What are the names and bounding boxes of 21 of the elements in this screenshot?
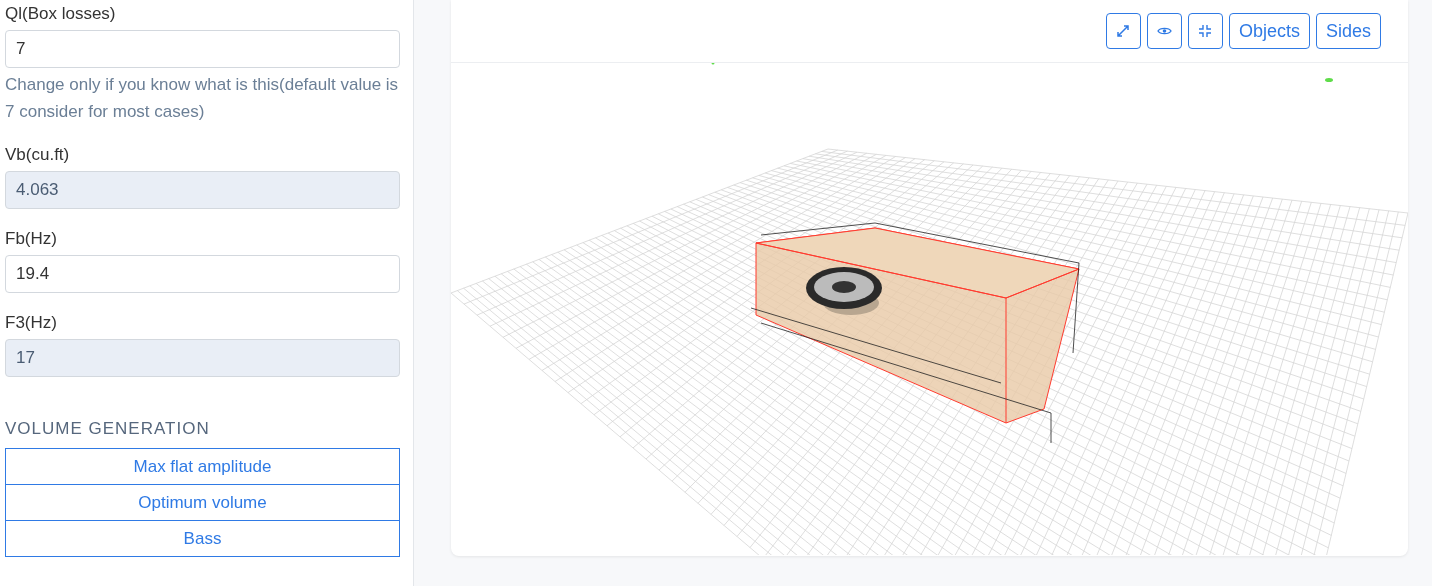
input-field[interactable]: 4.063	[5, 171, 400, 209]
input-field[interactable]: 19.4	[5, 255, 400, 293]
field-label: Vb(cu.ft)	[5, 144, 71, 166]
input-field[interactable]: 17	[5, 339, 400, 377]
volume-option-button[interactable]: Bass	[5, 520, 400, 557]
section-heading: VOLUME GENERATION	[5, 419, 211, 439]
field-label: Ql(Box losses)	[5, 3, 117, 25]
collapse-button[interactable]	[1187, 13, 1223, 49]
expand-icon	[1117, 25, 1130, 37]
eye-icon	[1156, 26, 1172, 36]
toolbar-button[interactable]: Objects	[1228, 13, 1310, 49]
field-label: Fb(Hz)	[5, 228, 58, 250]
help-text: Change only if you know what is this(default value is 7 consider for most cases)	[5, 74, 400, 123]
field-label: F3(Hz)	[5, 312, 58, 334]
volume-option-button[interactable]: Max flat amplitude	[5, 448, 400, 485]
toolbar-button[interactable]: Sides	[1315, 13, 1381, 49]
collapse-icon	[1199, 25, 1212, 37]
expand-button[interactable]	[1105, 13, 1141, 49]
volume-option-button[interactable]: Optimum volume	[5, 484, 400, 521]
view-button[interactable]	[1146, 13, 1182, 49]
input-field[interactable]: 7	[5, 30, 400, 68]
